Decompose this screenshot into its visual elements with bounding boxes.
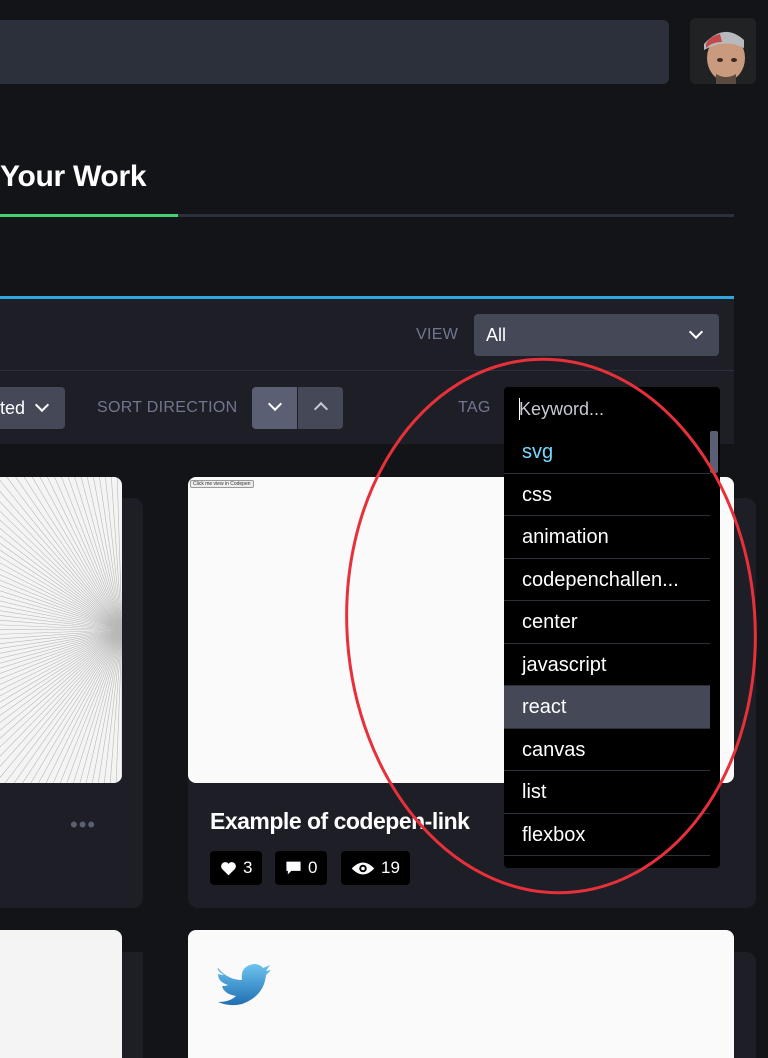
preview-line — [115, 629, 122, 783]
tag-option[interactable]: canvas — [504, 729, 710, 771]
filter-divider — [0, 370, 734, 371]
likes-stat[interactable]: 3 — [210, 851, 263, 885]
preview-art — [0, 477, 122, 783]
preview-button[interactable]: Click me view in Codepen — [190, 480, 254, 488]
preview-line — [0, 491, 122, 631]
preview-line — [0, 629, 122, 739]
comment-icon — [286, 861, 301, 875]
preview-line — [0, 562, 122, 631]
preview-line — [4, 629, 122, 783]
eye-icon — [351, 862, 375, 874]
tab-active-indicator — [0, 214, 178, 217]
tag-option[interactable]: list — [504, 771, 710, 814]
twitter-bird-icon — [217, 964, 271, 1006]
views-count: 19 — [381, 858, 400, 877]
preview-line — [0, 535, 122, 631]
preview-line — [0, 629, 122, 716]
preview-line — [0, 629, 122, 748]
preview-line — [0, 629, 122, 778]
preview-line — [13, 629, 122, 783]
preview-line — [0, 629, 122, 697]
preview-line — [22, 629, 122, 783]
pen-preview[interactable] — [0, 477, 122, 783]
preview-line — [0, 479, 122, 631]
search-input[interactable] — [0, 20, 669, 84]
preview-line — [0, 629, 122, 731]
heart-icon — [221, 861, 236, 875]
tag-label: TAG — [458, 399, 491, 416]
preview-line — [0, 629, 122, 691]
tag-option[interactable]: animation — [504, 516, 710, 559]
preview-line — [0, 519, 122, 631]
tag-search-placeholder: Keyword... — [519, 399, 605, 419]
preview-line — [67, 477, 122, 631]
preview-line — [0, 542, 122, 631]
preview-line — [0, 629, 122, 767]
preview-line — [45, 629, 122, 783]
comments-count: 0 — [308, 858, 318, 877]
tag-option[interactable]: javascript — [504, 644, 710, 686]
more-options-button[interactable]: ••• — [70, 812, 96, 838]
sort-select[interactable]: ted — [0, 387, 65, 429]
preview-line — [23, 477, 122, 631]
sort-ascending-button[interactable] — [298, 387, 343, 429]
preview-line — [31, 477, 122, 631]
preview-line — [30, 629, 122, 783]
chevron-down-icon — [267, 396, 283, 412]
preview-line — [0, 629, 122, 757]
preview-line — [61, 477, 122, 631]
avatar[interactable] — [690, 18, 756, 84]
chevron-down-icon — [34, 397, 50, 413]
view-select-value: All — [486, 325, 507, 345]
view-label: VIEW — [416, 326, 459, 343]
preview-line — [6, 477, 122, 631]
preview-line — [74, 477, 122, 631]
preview-line — [0, 556, 122, 631]
preview-line — [47, 477, 122, 631]
preview-line — [0, 501, 122, 631]
preview-line — [0, 510, 122, 631]
tag-dropdown[interactable]: Keyword... svg css animation codepenchallen… — [504, 387, 720, 868]
preview-line — [0, 574, 122, 631]
tag-search-input[interactable]: Keyword... — [504, 387, 720, 431]
preview-line — [0, 629, 122, 709]
views-stat[interactable]: 19 — [341, 851, 410, 885]
text-cursor — [519, 398, 520, 420]
pen-title[interactable]: Example of codepen-link — [210, 808, 470, 835]
preview-line — [0, 629, 122, 723]
dropdown-scrollbar[interactable] — [710, 431, 718, 473]
tag-option[interactable]: flexbox — [504, 814, 710, 856]
preview-line — [0, 549, 122, 631]
sort-descending-button[interactable] — [252, 387, 297, 429]
preview-line — [0, 568, 122, 631]
preview-line — [54, 477, 122, 631]
likes-count: 3 — [243, 858, 253, 877]
preview-line — [52, 629, 122, 783]
preview-line — [39, 477, 122, 631]
tag-option[interactable]: center — [504, 601, 710, 644]
preview-line — [59, 629, 122, 783]
tag-option[interactable]: css — [504, 474, 710, 516]
preview-line — [15, 477, 122, 631]
chevron-down-icon — [688, 324, 704, 340]
comments-stat[interactable]: 0 — [275, 851, 328, 885]
tag-option[interactable]: codepenchallen... — [504, 559, 710, 601]
sort-direction-label: SORT DIRECTION — [97, 399, 238, 416]
view-select[interactable]: All — [474, 314, 719, 356]
tag-list: svg css animation codepenchallen... center ja… — [504, 431, 710, 856]
tag-option[interactable]: react — [504, 686, 710, 729]
preview-line — [0, 629, 122, 703]
sort-select-value: ted — [0, 398, 26, 418]
tag-option[interactable]: svg — [504, 431, 710, 474]
page-title: Your Work — [0, 160, 147, 193]
preview-line — [0, 629, 122, 685]
chevron-up-icon — [313, 401, 329, 417]
preview-line — [38, 629, 122, 783]
preview-line — [0, 527, 122, 631]
preview-line — [66, 629, 122, 783]
pen-preview[interactable] — [0, 930, 122, 1058]
